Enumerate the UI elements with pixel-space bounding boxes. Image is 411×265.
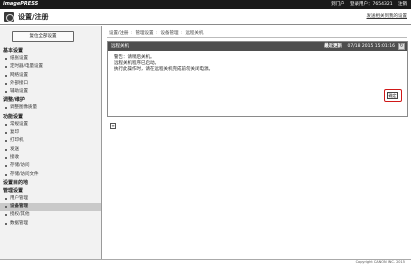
sidebar-item[interactable]: 纸张设置 — [0, 55, 101, 63]
breadcrumb-item[interactable]: 设置/注册 — [109, 31, 129, 36]
main-content: 设置/注册: 管理设置: 设备管理: 远程关机 远程关机 最近更新 07/18 … — [103, 26, 411, 259]
sidebar-item[interactable]: 数据管理 — [0, 220, 101, 228]
sidebar: 复位全部设置 基本设置纸张设置定时器/电量设置 网络设置外部接口辅助设置调整/维护… — [0, 26, 102, 259]
title-bar: 设置/注册 发送相关到我的设置 — [0, 9, 411, 25]
sidebar-item-label: 常规设置 — [10, 121, 28, 127]
logout-link[interactable]: 注销 — [398, 2, 407, 7]
sidebar-item[interactable]: 存储/访问文件 — [0, 171, 101, 179]
top-bar: imagePRESS 到门户 登录用户：7654321 注销 — [0, 0, 411, 9]
sidebar-item[interactable]: 调整图像质量 — [0, 104, 101, 112]
copyright: Copyright CANON INC. 2015 — [355, 260, 405, 264]
sidebar-menu: 基本设置纸张设置定时器/电量设置 网络设置外部接口辅助设置调整/维护 调整图像质量功… — [0, 47, 101, 228]
sidebar-item-label: 用户管理 — [10, 195, 28, 201]
sidebar-item-label: 授权/其他 — [10, 212, 30, 218]
sidebar-item-label: 纸张设置 — [10, 56, 28, 61]
remote-shutdown-panel: 远程关机 最近更新 07/18 2015 15:01:16 ↻ 警告：请稍后关机… — [107, 41, 408, 117]
breadcrumb-item[interactable]: 管理设置 — [136, 31, 154, 36]
sidebar-item[interactable]: 用户管理 — [0, 195, 101, 203]
sidebar-item[interactable]: 接收 — [0, 154, 101, 162]
sidebar-item-label: 设备管理 — [10, 204, 28, 210]
sidebar-item[interactable]: 定时器/电量设置 — [0, 63, 101, 71]
top-links: 到门户 登录用户：7654321 注销 — [327, 1, 407, 8]
page-title: 设置/注册 — [18, 13, 49, 21]
settings-icon — [4, 12, 14, 22]
bullet-icon — [5, 206, 7, 209]
page-icon[interactable]: ≡ — [110, 123, 116, 129]
sidebar-group-label: 基本设置 — [3, 48, 24, 54]
sidebar-item-label: 调整图像质量 — [10, 105, 37, 111]
sidebar-item-label: 数据管理 — [10, 220, 28, 226]
sidebar-item-label: 打印机 — [10, 138, 24, 144]
sidebar-group-label: 管理设置 — [3, 187, 24, 194]
login-user-text: 登录用户：7654321 — [350, 2, 393, 7]
bullet-icon — [5, 107, 7, 110]
bullet-icon — [5, 140, 7, 143]
sidebar-item[interactable]: 外部接口 — [0, 80, 101, 88]
ok-highlight: 确定 — [384, 89, 402, 102]
breadcrumb-separator: : — [180, 31, 182, 36]
last-updated-label: 最近更新 — [324, 44, 343, 49]
sidebar-item-label: 网络设置 — [10, 72, 28, 78]
sidebar-item[interactable]: 打印机 — [0, 137, 101, 145]
sidebar-item[interactable]: 存储/访问 — [0, 162, 101, 170]
reset-all-settings-button[interactable]: 复位全部设置 — [12, 31, 74, 42]
favorites-link[interactable]: 发送相关到我的设置 — [367, 13, 408, 19]
breadcrumb-separator: : — [130, 31, 133, 36]
panel-body: 警告：请稍后关机。 远程关机程序已启动。 执行此操作时，请在远程关机完成前勿关闭… — [108, 51, 407, 77]
sidebar-item[interactable]: 复印 — [0, 129, 101, 137]
bullet-icon — [5, 148, 7, 151]
sidebar-group-label: 调整/维护 — [3, 97, 25, 104]
sidebar-item-label: 存储/访问 — [10, 163, 30, 169]
bullet-icon — [5, 165, 7, 168]
bullet-icon — [5, 82, 7, 85]
bullet-icon — [5, 91, 7, 94]
bullet-icon — [5, 156, 7, 159]
sidebar-item[interactable]: 发送 — [0, 146, 101, 154]
sidebar-item-active[interactable]: 设备管理 — [0, 203, 101, 212]
bullet-icon — [5, 123, 7, 126]
breadcrumb-item[interactable]: 设备管理 — [160, 31, 178, 36]
sidebar-item-label: 外部接口 — [10, 80, 28, 86]
footer: Copyright CANON INC. 2015 — [0, 259, 411, 265]
sidebar-item-label: 定时器/电量设置 — [10, 64, 44, 70]
bullet-icon — [5, 197, 7, 200]
bullet-icon — [5, 222, 7, 225]
bullet-icon — [5, 66, 7, 69]
bullet-icon — [5, 173, 7, 176]
brand-logo: imagePRESS — [3, 1, 39, 7]
last-updated-value: 07/18 2015 15:01:16 — [347, 44, 396, 49]
bullet-icon — [5, 58, 7, 60]
portal-link[interactable]: 到门户 — [331, 2, 345, 7]
divider — [107, 37, 407, 38]
sidebar-item[interactable]: 网络设置 — [0, 72, 101, 80]
sidebar-group-label: 功能设置 — [3, 113, 24, 120]
sidebar-item[interactable]: 常规设置 — [0, 121, 101, 129]
panel-header: 远程关机 最近更新 07/18 2015 15:01:16 ↻ — [108, 42, 407, 51]
panel-title: 远程关机 — [111, 44, 129, 49]
sidebar-item[interactable]: 授权/其他 — [0, 211, 101, 219]
last-updated: 最近更新 07/18 2015 15:01:16 — [324, 43, 395, 50]
breadcrumb-current: 远程关机 — [185, 31, 204, 36]
breadcrumb: 设置/注册: 管理设置: 设备管理: 远程关机 — [109, 30, 203, 36]
sidebar-item-label: 接收 — [10, 154, 19, 160]
sidebar-group-label: 设置目的地 — [3, 179, 29, 186]
sidebar-item-label: 辅助设置 — [10, 89, 28, 95]
bullet-icon — [5, 132, 7, 135]
bullet-icon — [5, 74, 7, 77]
sidebar-item[interactable]: 辅助设置 — [0, 88, 101, 96]
sidebar-item-label: 发送 — [10, 146, 19, 152]
sidebar-item-label: 复印 — [10, 130, 19, 136]
message-line: 执行此操作时，请在远程关机完成前勿关闭电源。 — [114, 67, 213, 72]
sidebar-item-label: 存储/访问文件 — [10, 171, 39, 177]
breadcrumb-separator: : — [155, 31, 158, 36]
refresh-icon[interactable]: ↻ — [398, 43, 405, 50]
ok-button[interactable]: 确定 — [387, 92, 398, 99]
bullet-icon — [5, 214, 7, 217]
